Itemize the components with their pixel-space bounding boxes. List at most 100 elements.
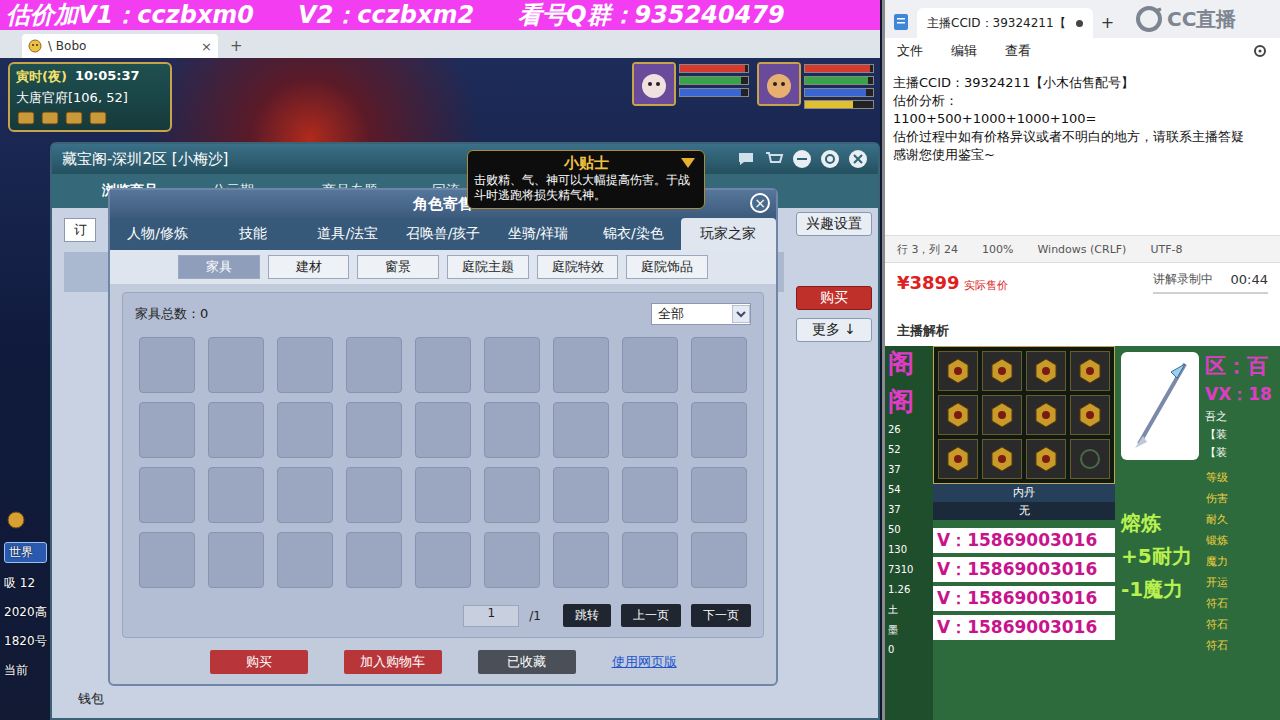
avatar-icon[interactable] bbox=[757, 62, 801, 106]
menu-item[interactable]: 查看 bbox=[1005, 42, 1031, 60]
page-input[interactable]: 1 bbox=[463, 605, 519, 627]
equipment-slot[interactable] bbox=[982, 395, 1022, 435]
action-button[interactable]: 已收藏 bbox=[478, 650, 576, 674]
furniture-slot[interactable] bbox=[622, 467, 678, 523]
dialog-tab[interactable]: 锦衣/染色 bbox=[586, 218, 681, 250]
equipment-slot[interactable] bbox=[1070, 439, 1110, 479]
pager-button[interactable]: 下一页 bbox=[691, 604, 751, 627]
furniture-slot[interactable] bbox=[553, 337, 609, 393]
furniture-slot[interactable] bbox=[208, 532, 264, 588]
dialog-tab[interactable]: 道具/法宝 bbox=[300, 218, 395, 250]
chat-icon[interactable] bbox=[736, 149, 756, 169]
subtab[interactable]: 建材 bbox=[268, 255, 350, 279]
furniture-slot[interactable] bbox=[415, 402, 471, 458]
sidebar-item[interactable]: 当前 bbox=[4, 662, 47, 679]
action-button[interactable]: 购买 bbox=[210, 650, 308, 674]
equipment-slot[interactable] bbox=[1026, 351, 1066, 391]
hud-tool-icon[interactable] bbox=[88, 110, 108, 126]
furniture-slot[interactable] bbox=[553, 402, 609, 458]
order-field[interactable]: 订 bbox=[64, 218, 96, 242]
web-link[interactable]: 使用网页版 bbox=[612, 653, 677, 671]
pager-button[interactable]: 上一页 bbox=[621, 604, 681, 627]
furniture-slot[interactable] bbox=[277, 402, 333, 458]
notepad-tab[interactable]: 主播CCID：39324211【 bbox=[917, 8, 1093, 38]
subtab[interactable]: 庭院特效 bbox=[537, 255, 619, 279]
avatar-icon[interactable] bbox=[632, 62, 676, 106]
filter-dropdown[interactable]: 全部 bbox=[651, 303, 751, 325]
dialog-tab[interactable]: 人物/修炼 bbox=[110, 218, 205, 250]
tab-close[interactable]: × bbox=[201, 39, 212, 54]
furniture-slot[interactable] bbox=[484, 532, 540, 588]
equipment-slot[interactable] bbox=[982, 351, 1022, 391]
subtab[interactable]: 家具 bbox=[178, 255, 260, 279]
hud-tool-icon[interactable] bbox=[40, 110, 60, 126]
gear-icon[interactable] bbox=[820, 149, 840, 169]
furniture-slot[interactable] bbox=[415, 532, 471, 588]
furniture-slot[interactable] bbox=[208, 402, 264, 458]
furniture-slot[interactable] bbox=[691, 337, 747, 393]
furniture-slot[interactable] bbox=[346, 532, 402, 588]
sidebar-item[interactable]: 吸 12 bbox=[4, 575, 47, 592]
sidebar-item[interactable]: 世界 bbox=[4, 542, 47, 563]
furniture-slot[interactable] bbox=[553, 467, 609, 523]
furniture-slot[interactable] bbox=[691, 467, 747, 523]
equipment-slot[interactable] bbox=[1026, 439, 1066, 479]
action-button[interactable]: 加入购物车 bbox=[344, 650, 442, 674]
mode-icon[interactable] bbox=[4, 510, 28, 530]
furniture-slot[interactable] bbox=[346, 337, 402, 393]
furniture-slot[interactable] bbox=[484, 337, 540, 393]
subtab[interactable]: 窗景 bbox=[357, 255, 439, 279]
dialog-close[interactable]: × bbox=[750, 193, 770, 213]
furniture-slot[interactable] bbox=[208, 337, 264, 393]
dialog-tab[interactable]: 坐骑/祥瑞 bbox=[491, 218, 586, 250]
equipment-slot[interactable] bbox=[1070, 351, 1110, 391]
side-button[interactable]: 购买 bbox=[796, 286, 872, 310]
equipment-slot[interactable] bbox=[938, 395, 978, 435]
furniture-slot[interactable] bbox=[139, 402, 195, 458]
hud-tool-icon[interactable] bbox=[16, 110, 36, 126]
pager-button[interactable]: 跳转 bbox=[563, 604, 611, 627]
side-button[interactable]: 更多 ↓ bbox=[796, 318, 872, 342]
dialog-tab[interactable]: 技能 bbox=[205, 218, 300, 250]
furniture-slot[interactable] bbox=[139, 337, 195, 393]
sidebar-item[interactable]: 1820号 bbox=[4, 633, 47, 650]
close-icon[interactable] bbox=[848, 149, 868, 169]
equipment-slot[interactable] bbox=[938, 439, 978, 479]
side-button[interactable]: 兴趣设置 bbox=[796, 212, 872, 236]
furniture-slot[interactable] bbox=[553, 532, 609, 588]
furniture-slot[interactable] bbox=[415, 337, 471, 393]
new-tab-button[interactable]: + bbox=[226, 37, 247, 58]
furniture-slot[interactable] bbox=[484, 467, 540, 523]
furniture-slot[interactable] bbox=[415, 467, 471, 523]
notepad-content[interactable]: 主播CCID：39324211【小木估售配号】估价分析：1100+500+100… bbox=[885, 64, 1280, 235]
furniture-slot[interactable] bbox=[139, 532, 195, 588]
equipment-slot[interactable] bbox=[982, 439, 1022, 479]
furniture-slot[interactable] bbox=[346, 467, 402, 523]
furniture-slot[interactable] bbox=[346, 402, 402, 458]
furniture-slot[interactable] bbox=[622, 532, 678, 588]
cart-icon[interactable] bbox=[764, 149, 784, 169]
furniture-slot[interactable] bbox=[277, 467, 333, 523]
subtab[interactable]: 庭院主题 bbox=[447, 255, 529, 279]
equipment-slot[interactable] bbox=[1026, 395, 1066, 435]
dialog-tab[interactable]: 玩家之家 bbox=[681, 218, 776, 250]
wallet-label[interactable]: 钱包 bbox=[64, 690, 784, 708]
furniture-slot[interactable] bbox=[622, 402, 678, 458]
minimize-icon[interactable] bbox=[792, 149, 812, 169]
equipment-slot[interactable] bbox=[938, 351, 978, 391]
notepad-new-tab[interactable]: + bbox=[1101, 13, 1114, 32]
equipment-slot[interactable] bbox=[1070, 395, 1110, 435]
browser-tab[interactable]: \ Bobo× bbox=[22, 34, 218, 58]
furniture-slot[interactable] bbox=[622, 337, 678, 393]
furniture-slot[interactable] bbox=[691, 532, 747, 588]
furniture-slot[interactable] bbox=[277, 337, 333, 393]
furniture-slot[interactable] bbox=[484, 402, 540, 458]
furniture-slot[interactable] bbox=[208, 467, 264, 523]
furniture-slot[interactable] bbox=[139, 467, 195, 523]
menu-item[interactable]: 编辑 bbox=[951, 42, 977, 60]
collapse-icon[interactable] bbox=[678, 155, 698, 171]
furniture-slot[interactable] bbox=[277, 532, 333, 588]
menu-item[interactable]: 文件 bbox=[897, 42, 923, 60]
dialog-tab[interactable]: 召唤兽/孩子 bbox=[395, 218, 490, 250]
subtab[interactable]: 庭院饰品 bbox=[626, 255, 708, 279]
